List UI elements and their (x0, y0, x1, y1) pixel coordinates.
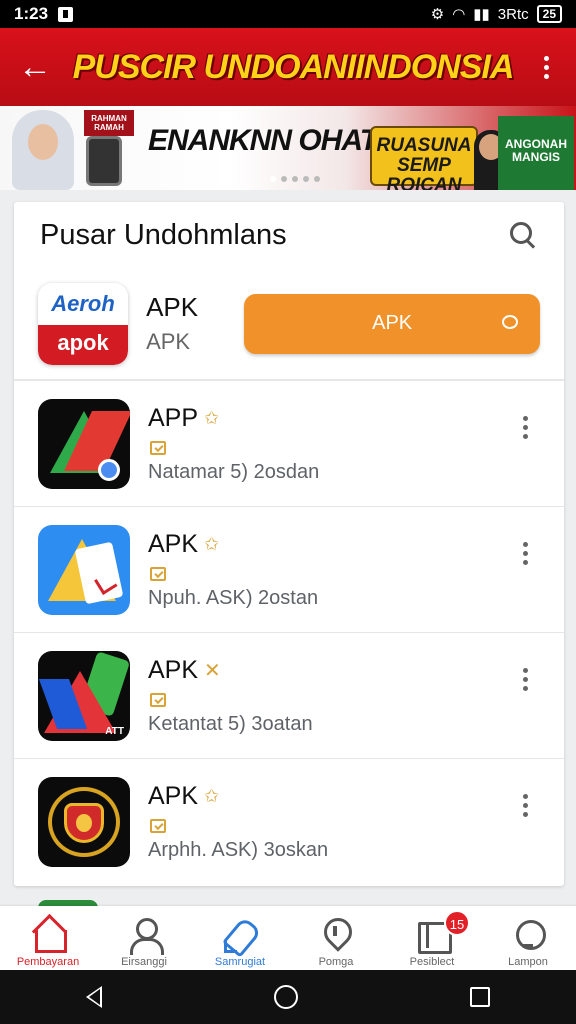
tab-pesiblect[interactable]: 15 Pesiblect (384, 906, 480, 970)
app-description: Ketantat 5) 3oatan (148, 712, 313, 735)
app-name: APK (148, 655, 199, 684)
system-recents-icon[interactable] (470, 987, 490, 1007)
list-item-text: APK ✩ Npuh. ASK) 2ostan (148, 530, 510, 610)
tab-label: Pembayaran (16, 956, 80, 968)
chat-icon (501, 314, 518, 329)
status-time: 1:23 (14, 4, 49, 23)
featured-app[interactable]: Aeroh apok APK APK APK (14, 268, 564, 380)
search-icon[interactable] (508, 220, 538, 250)
list-item[interactable]: APK ✩ Npuh. ASK) 2ostan (14, 506, 564, 632)
notification-icon (58, 6, 74, 22)
featured-icon-top-text: Aeroh (38, 282, 129, 325)
status-icons: ⚙ ◠ ▮▮ 3Rtc 25 (431, 5, 562, 23)
app-name-line: APK ✩ (148, 782, 510, 811)
banner-slogan: ENANKNN OHATN (148, 124, 399, 157)
user-icon (126, 916, 164, 955)
app-icon: ATT (38, 650, 130, 741)
app-description: Natamar 5) 2osdan (148, 460, 320, 483)
featured-app-sub: APK (146, 329, 191, 354)
verified-icon (150, 692, 166, 707)
list-item-text: APK ✩ Arphh. ASK) 3oskan (148, 782, 510, 862)
list-header: Pusar Undohmlans (14, 202, 564, 268)
featured-app-name: APK (146, 292, 199, 322)
wifi-icon: ◠ (452, 6, 466, 23)
banner-person-left (12, 110, 74, 190)
system-back-icon[interactable] (86, 986, 102, 1008)
gear-icon: ⚙ (430, 6, 445, 23)
battery-level: 25 (542, 7, 556, 21)
header-title: PUSCIR UNDOANIINDONSIA (72, 47, 515, 86)
app-header: ← PUSCIR UNDOANIINDONSIA (0, 28, 576, 106)
list-item-text: APK ✕ Ketantat 5) 3oatan (148, 656, 510, 736)
battery-icon: 25 (536, 5, 562, 23)
more-options-button[interactable] (510, 785, 540, 825)
tab-label: Pomga (318, 956, 354, 968)
list-item[interactable]: APP ✩ Natamar 5) 2osdan (14, 380, 564, 506)
app-name-line: APP ✩ (148, 404, 510, 433)
app-icon (38, 524, 130, 615)
banner-left-badge: RAHMAN RAMAH (84, 110, 134, 136)
network-label: 3Rtc (497, 5, 529, 23)
rocket-icon (222, 916, 258, 953)
app-name-line: APK ✕ (148, 656, 510, 685)
verified-icon (150, 440, 166, 455)
featured-app-text: APK APK (146, 292, 230, 355)
location-pin-icon (318, 916, 354, 952)
featured-app-icon: Aeroh apok (38, 282, 129, 365)
status-bar: 1:23 ⚙ ◠ ▮▮ 3Rtc 25 (0, 0, 576, 28)
tab-pembayaran[interactable]: Pembayaran (0, 906, 96, 970)
tab-pomga[interactable]: Pomga (288, 906, 384, 970)
featured-icon-bottom-text: apok (38, 324, 129, 365)
arrow-left-icon: ← (18, 47, 52, 86)
banner-yellow-box: RUASUNA SEMP ROICAN (370, 126, 478, 190)
verified-icon (150, 566, 166, 581)
tab-label: Eirsanggi (121, 956, 167, 968)
tab-label: Lampon (508, 956, 548, 968)
app-name: APP (148, 403, 199, 432)
app-description: Npuh. ASK) 2ostan (148, 586, 319, 609)
banner-pagination-dots[interactable] (270, 176, 320, 182)
star-icon: ✩ (204, 407, 220, 428)
close-icon: ✕ (204, 659, 221, 682)
bottom-nav: Pembayaran Eirsanggi Samrugiat Pomga 15 … (0, 906, 576, 970)
install-button-label: APK (372, 312, 413, 334)
banner-right-box: ANGONAH MANGIS (498, 116, 574, 190)
promo-banner[interactable]: RAHMAN RAMAH ENANKNN OHATN RUASUNA SEMP … (0, 106, 576, 190)
app-icon (38, 398, 130, 489)
lightbulb-icon (510, 916, 546, 952)
overflow-menu-button[interactable] (516, 28, 576, 106)
app-icon (38, 776, 130, 867)
list-item[interactable]: APK ✩ Arphh. ASK) 3oskan (14, 758, 564, 884)
system-nav-bar (0, 970, 576, 1024)
star-icon: ✩ (204, 533, 220, 554)
list-title: Pusar Undohmlans (40, 218, 287, 251)
featured-install-button[interactable]: APK (244, 293, 540, 354)
list-item-text: APP ✩ Natamar 5) 2osdan (148, 404, 510, 484)
app-icon-label: ATT (105, 725, 124, 737)
back-button[interactable]: ← (0, 28, 70, 106)
app-name: APK (148, 529, 199, 558)
more-options-button[interactable] (510, 659, 540, 699)
signal-icon: ▮▮ (473, 6, 490, 23)
app-list-card: Pusar Undohmlans Aeroh apok APK APK APK … (14, 202, 564, 886)
tab-label: Pesiblect (409, 956, 455, 968)
tab-samrugiat[interactable]: Samrugiat (192, 906, 288, 970)
app-name: APK (148, 781, 199, 810)
app-description: Arphh. ASK) 3oskan (148, 838, 329, 861)
home-icon (30, 916, 67, 953)
star-icon: ✩ (204, 785, 220, 806)
tab-lampon[interactable]: Lampon (480, 906, 576, 970)
list-item[interactable]: ATT APK ✕ Ketantat 5) 3oatan (14, 632, 564, 758)
screen: 1:23 ⚙ ◠ ▮▮ 3Rtc 25 ← PUSCIR UNDOANIINDO… (0, 0, 576, 1024)
tab-label: Samrugiat (214, 956, 266, 968)
system-home-icon[interactable] (274, 985, 298, 1009)
more-options-button[interactable] (510, 407, 540, 447)
more-options-button[interactable] (510, 533, 540, 573)
app-name-line: APK ✩ (148, 530, 510, 559)
banner-phone-image (86, 136, 122, 186)
tab-eirsanggi[interactable]: Eirsanggi (96, 906, 192, 970)
notification-badge: 15 (444, 910, 470, 936)
verified-icon (150, 818, 166, 833)
